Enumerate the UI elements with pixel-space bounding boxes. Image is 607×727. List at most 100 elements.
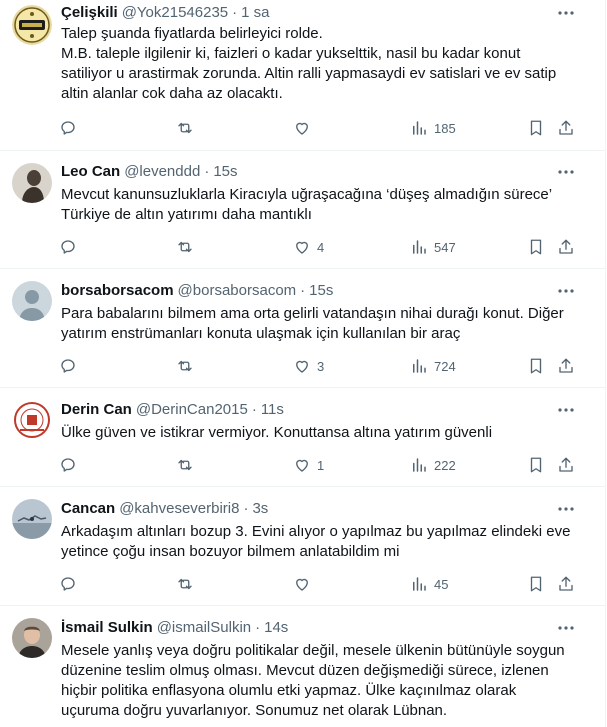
reply-button[interactable] [59,237,83,257]
retweet-button[interactable] [176,574,200,594]
views-button[interactable]: 547 [410,237,456,257]
like-button[interactable]: 4 [293,237,324,257]
timestamp[interactable]: 3s [252,500,268,517]
avatar[interactable] [12,618,52,658]
author-name[interactable]: Cancan [61,500,115,517]
author-handle[interactable]: @kahveseverbiri8 [119,500,239,517]
timestamp[interactable]: 14s [264,619,288,636]
bookmark-button[interactable] [527,455,545,475]
retweet-button[interactable] [176,356,200,376]
retweet-icon [178,241,192,253]
share-button[interactable] [557,118,575,138]
share-button[interactable] [557,356,575,376]
text-line: Türkiye de altın yatırımı daha mantıklı [61,206,312,223]
author-handle[interactable]: @borsaborsacom [178,282,297,299]
retweet-button[interactable] [176,237,200,257]
author-handle[interactable]: @levenddd [124,163,200,180]
tweet[interactable]: Çelişkili @Yok21546235 · 1 sa Talep şuanda … [0,0,605,151]
share-button[interactable] [557,574,575,594]
share-button[interactable] [557,237,575,257]
like-button[interactable]: 1 [293,455,324,475]
views-chart-icon [413,577,426,591]
tweet-text: Para babalarını bilmem ama orta gelirli … [61,304,591,344]
tweet[interactable]: borsaborsacom @borsaborsacom · 15s Para bab… [0,269,605,388]
share-button[interactable] [557,455,575,475]
like-count: 1 [317,457,325,473]
author-handle[interactable]: @DerinCan2015 [136,401,248,418]
heart-icon [296,360,308,373]
tweet-header: İsmail Sulkin @ismailSulkin · 14s [61,619,289,636]
heart-icon [296,578,308,591]
more-options-button[interactable] [551,282,581,302]
author-name[interactable]: Çelişkili [61,4,118,21]
more-options-button[interactable] [551,163,581,183]
more-dots-icon [558,289,574,293]
like-count: 4 [317,239,325,255]
bookmark-button[interactable] [527,118,545,138]
text-line: Para babalarını bilmem ama orta gelirli … [61,305,564,322]
avatar[interactable] [12,499,52,539]
tweet[interactable]: Derin Can @DerinCan2015 · 11s Ülke güven ve… [0,388,605,487]
bookmark-icon [530,120,542,136]
avatar[interactable] [12,5,52,45]
text-line: Mevcut kanunsuzluklarla Kiracıyla uğraşa… [61,186,553,203]
statue-photo-icon [12,163,52,203]
more-options-button[interactable] [551,4,581,24]
more-dots-icon [558,626,574,630]
bookmark-button[interactable] [527,237,545,257]
like-button[interactable]: 3 [293,356,324,376]
views-button[interactable]: 724 [410,356,456,376]
timestamp[interactable]: 1 sa [241,4,269,21]
more-dots-icon [558,170,574,174]
more-options-button[interactable] [551,500,581,520]
reply-button[interactable] [59,574,83,594]
views-button[interactable]: 185 [410,118,456,138]
author-name[interactable]: İsmail Sulkin [61,619,153,636]
timestamp[interactable]: 15s [213,163,237,180]
retweet-icon [178,122,192,134]
text-line: yetince çoğu insan bozuyor bilmem anlata… [61,543,400,560]
author-handle[interactable]: @Yok21546235 [122,4,228,21]
view-count: 547 [434,239,456,255]
reply-icon [61,121,75,135]
more-options-button[interactable] [551,401,581,421]
reply-icon [61,359,75,373]
reply-button[interactable] [59,356,83,376]
tweet[interactable]: İsmail Sulkin @ismailSulkin · 14s Mesele ya… [0,606,605,727]
bookmark-button[interactable] [527,574,545,594]
tweet-text: Talep şuanda fiyatlarda belirleyici rold… [61,24,591,104]
author-name[interactable]: Derin Can [61,401,132,418]
tweet[interactable]: Cancan @kahveseverbiri8 · 3s Arkadaşım altı… [0,487,605,606]
like-button[interactable] [293,574,317,594]
like-button[interactable] [293,118,317,138]
tweet-header: Derin Can @DerinCan2015 · 11s [61,401,284,418]
avatar[interactable] [12,163,52,203]
views-chart-icon [413,240,426,254]
more-options-button[interactable] [551,619,581,639]
bookmark-button[interactable] [527,356,545,376]
action-bar: 45 [53,574,593,594]
timeline-border [605,0,606,727]
author-handle[interactable]: @ismailSulkin [157,619,251,636]
author-name[interactable]: Leo Can [61,163,120,180]
person-photo-icon [12,618,52,658]
text-line: satiliyor u arastirmak zorunda. Altin ra… [61,65,557,82]
text-line: Arkadaşım altınları bozup 3. Evini alıyo… [61,523,571,540]
author-name[interactable]: borsaborsacom [61,282,174,299]
timestamp[interactable]: 11s [261,401,284,418]
avatar[interactable] [12,281,52,321]
views-button[interactable]: 45 [410,574,448,594]
tweet[interactable]: Leo Can @levenddd · 15s Mevcut kanunsuzlukl… [0,151,605,269]
retweet-button[interactable] [176,455,200,475]
action-bar: 1 222 [53,455,593,475]
reply-button[interactable] [59,455,83,475]
text-line: M.B. taleple ilgilenir ki, faizleri o ka… [61,45,521,62]
more-dots-icon [558,408,574,412]
tweet-header: Leo Can @levenddd · 15s [61,163,238,180]
reply-button[interactable] [59,118,83,138]
retweet-button[interactable] [176,118,200,138]
views-button[interactable]: 222 [410,455,456,475]
avatar[interactable] [12,400,52,440]
retweet-icon [178,459,192,471]
timestamp[interactable]: 15s [309,282,333,299]
